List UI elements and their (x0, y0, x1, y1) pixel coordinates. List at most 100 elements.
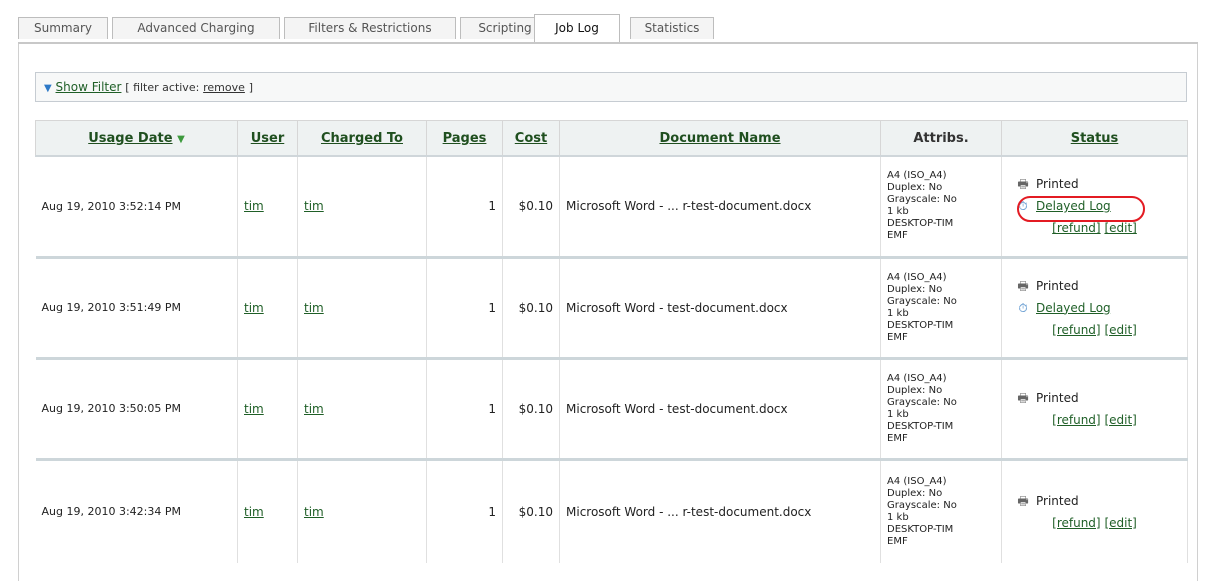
header-usage-date[interactable]: Usage Date ▼ (35, 120, 238, 157)
header-attribs: Attribs. (880, 120, 1002, 157)
attrib-grayscale: Grayscale: No (887, 396, 957, 408)
filter-active-label: [ filter active: (125, 81, 200, 94)
cell-status: 🖶 Printed ⏱ Delayed Log [refund] [edit] (1001, 156, 1188, 259)
attrib-host: DESKTOP-TIM (887, 420, 954, 432)
cell-pages: 1 (426, 459, 503, 563)
cell-charged-to: tim (297, 459, 427, 563)
cell-charged-to: tim (297, 257, 427, 360)
edit-link[interactable]: [edit] (1104, 516, 1136, 530)
show-filter-link[interactable]: Show Filter (56, 80, 122, 94)
cell-usage-date: Aug 19, 2010 3:51:49 PM (35, 257, 238, 360)
cell-cost: $0.10 (502, 358, 560, 461)
attrib-size: 1 kb (887, 206, 909, 218)
cell-document-name: Microsoft Word - ... r-test-document.doc… (559, 459, 881, 563)
delayed-log-link[interactable]: Delayed Log (1036, 301, 1111, 315)
cell-attribs: A4 (ISO_A4) Duplex: No Grayscale: No 1 k… (880, 459, 1002, 563)
cell-charged-to: tim (297, 358, 427, 461)
refund-link[interactable]: [refund] (1052, 413, 1100, 427)
filter-active-close: ] (248, 81, 254, 94)
printer-icon: 🖶 (1017, 390, 1029, 405)
job-log-table: Usage Date ▼ User Charged To Pages Cost … (35, 120, 1188, 563)
cell-document-name: Microsoft Word - ... r-test-document.doc… (559, 156, 881, 259)
status-delayed: ⏱ Delayed Log (1008, 195, 1181, 217)
header-user[interactable]: User (237, 120, 298, 157)
cell-status: 🖶 Printed [refund] [edit] (1001, 358, 1188, 461)
user-link[interactable]: tim (244, 301, 264, 315)
cell-cost: $0.10 (502, 156, 560, 259)
attrib-format: EMF (887, 230, 908, 242)
attrib-size: 1 kb (887, 408, 909, 420)
cell-status: 🖶 Printed [refund] [edit] (1001, 459, 1188, 563)
status-printed: 🖶 Printed (1008, 173, 1181, 195)
cell-attribs: A4 (ISO_A4) Duplex: No Grayscale: No 1 k… (880, 257, 1002, 360)
edit-link[interactable]: [edit] (1104, 413, 1136, 427)
refund-link[interactable]: [refund] (1052, 516, 1100, 530)
attrib-paper: A4 (ISO_A4) (887, 372, 947, 384)
attrib-size: 1 kb (887, 511, 909, 523)
cell-charged-to: tim (297, 156, 427, 259)
tab-statistics[interactable]: Statistics (630, 17, 714, 39)
header-cost[interactable]: Cost (502, 120, 560, 157)
attrib-format: EMF (887, 432, 908, 444)
row-actions: [refund] [edit] (1008, 319, 1181, 341)
cell-usage-date: Aug 19, 2010 3:52:14 PM (35, 156, 238, 259)
sort-descending-arrow-icon: ▼ (177, 133, 185, 145)
cell-cost: $0.10 (502, 459, 560, 563)
refund-link[interactable]: [refund] (1052, 323, 1100, 337)
header-document-name[interactable]: Document Name (559, 120, 881, 157)
header-pages[interactable]: Pages (426, 120, 503, 157)
tab-summary[interactable]: Summary (18, 17, 108, 39)
table-row: Aug 19, 2010 3:51:49 PM tim tim 1 $0.10 … (35, 257, 1188, 360)
status-printed: 🖶 Printed (1008, 275, 1181, 297)
cell-attribs: A4 (ISO_A4) Duplex: No Grayscale: No 1 k… (880, 358, 1002, 461)
header-charged-to[interactable]: Charged To (297, 120, 427, 157)
attrib-host: DESKTOP-TIM (887, 218, 954, 230)
tab-advanced-charging[interactable]: Advanced Charging (112, 17, 280, 39)
stopwatch-icon: ⏱ (1018, 300, 1028, 315)
attrib-host: DESKTOP-TIM (887, 523, 954, 535)
cell-user: tim (237, 459, 298, 563)
attrib-grayscale: Grayscale: No (887, 295, 957, 307)
printer-icon: 🖶 (1017, 177, 1029, 192)
row-actions: [refund] [edit] (1008, 409, 1181, 431)
attrib-duplex: Duplex: No (887, 182, 943, 194)
printer-icon: 🖶 (1017, 493, 1029, 508)
user-link[interactable]: tim (244, 505, 264, 519)
attrib-grayscale: Grayscale: No (887, 499, 957, 511)
table-header-row: Usage Date ▼ User Charged To Pages Cost … (35, 120, 1188, 157)
charged-to-link[interactable]: tim (304, 505, 324, 519)
attrib-paper: A4 (ISO_A4) (887, 475, 947, 487)
refund-link[interactable]: [refund] (1052, 221, 1100, 235)
table-row: Aug 19, 2010 3:42:34 PM tim tim 1 $0.10 … (35, 459, 1188, 563)
charged-to-link[interactable]: tim (304, 402, 324, 416)
header-status[interactable]: Status (1001, 120, 1188, 157)
charged-to-link[interactable]: tim (304, 199, 324, 213)
row-actions: [refund] [edit] (1008, 512, 1181, 534)
tab-filters-restrictions[interactable]: Filters & Restrictions (284, 17, 456, 39)
edit-link[interactable]: [edit] (1104, 221, 1136, 235)
cell-pages: 1 (426, 156, 503, 259)
cell-pages: 1 (426, 257, 503, 360)
table-row: Aug 19, 2010 3:52:14 PM tim tim 1 $0.10 … (35, 156, 1188, 259)
tab-bar: Summary Advanced Charging Filters & Rest… (18, 12, 1198, 44)
delayed-log-link[interactable]: Delayed Log (1036, 199, 1111, 213)
status-printed: 🖶 Printed (1008, 387, 1181, 409)
remove-filter-link[interactable]: remove (203, 81, 245, 94)
attrib-format: EMF (887, 535, 908, 547)
attrib-host: DESKTOP-TIM (887, 319, 954, 331)
tab-job-log[interactable]: Job Log (534, 14, 620, 42)
attrib-duplex: Duplex: No (887, 283, 943, 295)
attrib-size: 1 kb (887, 307, 909, 319)
user-link[interactable]: tim (244, 402, 264, 416)
user-link[interactable]: tim (244, 199, 264, 213)
charged-to-link[interactable]: tim (304, 301, 324, 315)
cell-user: tim (237, 257, 298, 360)
row-actions: [refund] [edit] (1008, 217, 1181, 239)
cell-document-name: Microsoft Word - test-document.docx (559, 257, 881, 360)
status-printed: 🖶 Printed (1008, 490, 1181, 512)
edit-link[interactable]: [edit] (1104, 323, 1136, 337)
status-delayed: ⏱ Delayed Log (1008, 297, 1181, 319)
printer-icon: 🖶 (1017, 278, 1029, 293)
disclosure-triangle-icon[interactable]: ▼ (44, 83, 52, 94)
table-row: Aug 19, 2010 3:50:05 PM tim tim 1 $0.10 … (35, 358, 1188, 461)
